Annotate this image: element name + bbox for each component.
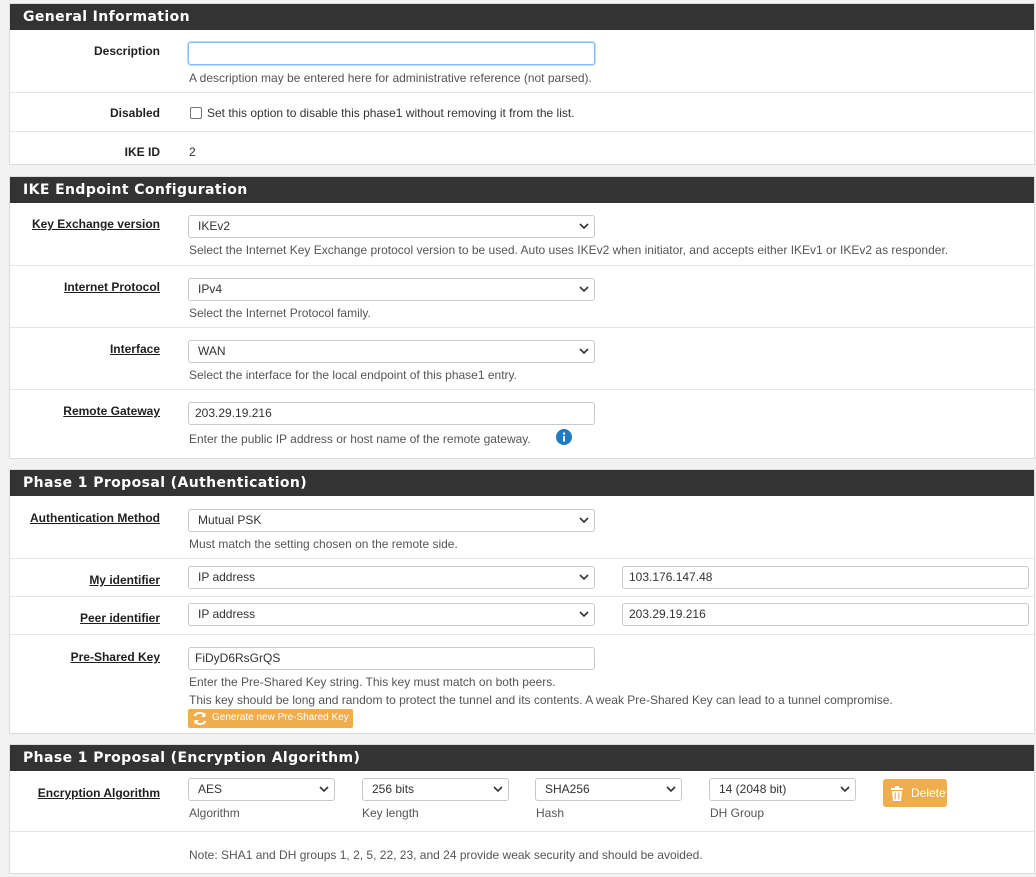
panel-heading: General Information xyxy=(10,4,1034,30)
encryption-panel: Phase 1 Proposal (Encryption Algorithm) … xyxy=(9,744,1035,874)
chevron-down-icon xyxy=(579,348,589,355)
pre-shared-key-row: Pre-Shared Key FiDyD6RsGrQS Enter the Pr… xyxy=(10,634,1034,734)
my-identifier-row: My identifier IP address 103.176.147.48 xyxy=(10,558,1034,596)
key-exchange-help: Select the Internet Key Exchange protoco… xyxy=(189,243,949,257)
algorithm-select[interactable]: AES xyxy=(188,778,335,801)
chevron-down-icon xyxy=(579,517,589,524)
auth-method-label: Authentication Method xyxy=(30,511,160,525)
delete-button[interactable]: Delete xyxy=(883,779,947,807)
protocol-select[interactable]: IPv4 xyxy=(188,278,595,301)
ike-id-row: IKE ID 2 xyxy=(10,131,1034,166)
my-identifier-label: My identifier xyxy=(89,573,160,587)
description-row: Description A description may be entered… xyxy=(10,30,1034,92)
interface-select[interactable]: WAN xyxy=(188,340,595,363)
chevron-down-icon xyxy=(579,223,589,230)
encryption-note: Note: SHA1 and DH groups 1, 2, 5, 22, 23… xyxy=(189,848,703,862)
panel-heading: Phase 1 Proposal (Encryption Algorithm) xyxy=(10,745,1034,771)
auth-method-select[interactable]: Mutual PSK xyxy=(188,509,595,532)
remote-gateway-input[interactable]: 203.29.19.216 xyxy=(188,402,595,425)
interface-row: Interface WAN Select the interface for t… xyxy=(10,327,1034,389)
select-value: WAN xyxy=(198,344,226,358)
ike-id-label: IKE ID xyxy=(124,145,160,159)
chevron-down-icon xyxy=(579,574,589,581)
protocol-help: Select the Internet Protocol family. xyxy=(189,306,371,320)
select-value: 256 bits xyxy=(372,782,415,796)
encryption-algorithm-row: Encryption Algorithm AES Algorithm 256 b… xyxy=(10,771,1034,831)
hash-select[interactable]: SHA256 xyxy=(535,778,682,801)
dh-group-select[interactable]: 14 (2048 bit) xyxy=(709,778,856,801)
chevron-down-icon xyxy=(579,286,589,293)
disabled-row: Disabled Set this option to disable this… xyxy=(10,92,1034,131)
generate-psk-label: Generate new Pre-Shared Key xyxy=(212,712,349,723)
select-value: IP address xyxy=(198,570,256,584)
protocol-row: Internet Protocol IPv4 Select the Intern… xyxy=(10,265,1034,327)
general-information-panel: General Information Description A descri… xyxy=(9,3,1035,165)
key-length-select[interactable]: 256 bits xyxy=(362,778,509,801)
panel-heading: Phase 1 Proposal (Authentication) xyxy=(10,470,1034,496)
chevron-down-icon xyxy=(579,611,589,618)
remote-gateway-row: Remote Gateway 203.29.19.216 Enter the p… xyxy=(10,389,1034,459)
peer-identifier-row: Peer identifier IP address 203.29.19.216 xyxy=(10,596,1034,634)
disabled-text: Set this option to disable this phase1 w… xyxy=(207,106,575,120)
interface-help: Select the interface for the local endpo… xyxy=(189,368,517,382)
dh-group-caption: DH Group xyxy=(710,806,765,820)
peer-identifier-input[interactable]: 203.29.19.216 xyxy=(622,603,1029,626)
pre-shared-key-input[interactable]: FiDyD6RsGrQS xyxy=(188,647,595,670)
encryption-algorithm-label: Encryption Algorithm xyxy=(37,786,160,800)
auth-method-help: Must match the setting chosen on the rem… xyxy=(189,537,458,551)
chevron-down-icon xyxy=(493,786,503,793)
my-identifier-input[interactable]: 103.176.147.48 xyxy=(622,566,1029,589)
chevron-down-icon xyxy=(840,786,850,793)
interface-label: Interface xyxy=(109,342,160,356)
ike-endpoint-panel: IKE Endpoint Configuration Key Exchange … xyxy=(9,176,1035,459)
description-label: Description xyxy=(93,44,160,58)
my-identifier-type-select[interactable]: IP address xyxy=(188,566,595,589)
select-value: IP address xyxy=(198,607,256,621)
pre-shared-key-label: Pre-Shared Key xyxy=(70,650,160,664)
key-exchange-row: Key Exchange version IKEv2 Select the In… xyxy=(10,203,1034,265)
remote-gateway-help: Enter the public IP address or host name… xyxy=(189,432,531,446)
chevron-down-icon xyxy=(319,786,329,793)
remote-gateway-label: Remote Gateway xyxy=(63,404,160,418)
generate-psk-button[interactable]: Generate new Pre-Shared Key xyxy=(188,709,353,728)
authentication-panel: Phase 1 Proposal (Authentication) Authen… xyxy=(9,469,1035,734)
chevron-down-icon xyxy=(666,786,676,793)
pre-shared-key-help-1: Enter the Pre-Shared Key string. This ke… xyxy=(189,675,556,689)
auth-method-row: Authentication Method Mutual PSK Must ma… xyxy=(10,496,1034,558)
key-exchange-label: Key Exchange version xyxy=(31,217,160,231)
pre-shared-key-help-2: This key should be long and random to pr… xyxy=(189,693,893,707)
encryption-note-row: Note: SHA1 and DH groups 1, 2, 5, 22, 23… xyxy=(10,831,1034,877)
algorithm-caption: Algorithm xyxy=(189,806,240,820)
peer-identifier-label: Peer identifier xyxy=(79,611,160,625)
protocol-label: Internet Protocol xyxy=(63,280,160,294)
hash-caption: Hash xyxy=(536,806,565,820)
trash-icon xyxy=(891,786,903,801)
disabled-label: Disabled xyxy=(109,106,160,120)
select-value: IPv4 xyxy=(198,282,223,296)
select-value: 14 (2048 bit) xyxy=(719,782,787,796)
key-length-caption: Key length xyxy=(362,806,419,820)
select-value: Mutual PSK xyxy=(198,513,262,527)
panel-heading: IKE Endpoint Configuration xyxy=(10,177,1034,203)
key-exchange-select[interactable]: IKEv2 xyxy=(188,215,595,238)
description-input[interactable] xyxy=(188,42,595,65)
disabled-checkbox[interactable] xyxy=(190,107,202,119)
select-value: AES xyxy=(198,782,223,796)
delete-label: Delete xyxy=(911,786,946,800)
peer-identifier-type-select[interactable]: IP address xyxy=(188,603,595,626)
description-help: A description may be entered here for ad… xyxy=(189,71,592,85)
select-value: SHA256 xyxy=(545,782,590,796)
info-icon[interactable] xyxy=(556,429,572,445)
select-value: IKEv2 xyxy=(198,219,231,233)
refresh-icon xyxy=(193,711,207,726)
ike-id-value: 2 xyxy=(189,145,196,159)
